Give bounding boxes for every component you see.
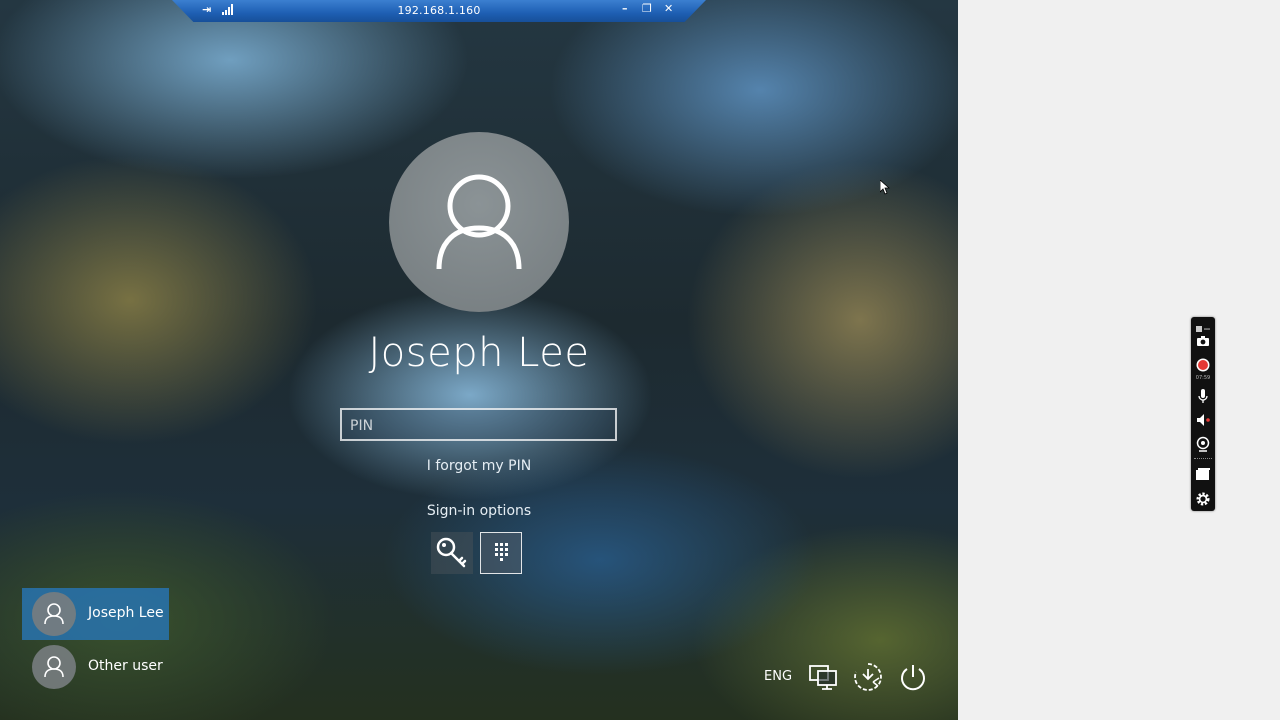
forgot-pin-link[interactable]: I forgot my PIN: [339, 458, 619, 474]
sign-in-option-pin-button[interactable]: [480, 532, 522, 574]
user-silhouette-icon: [436, 174, 522, 270]
user-tile-other-user[interactable]: Other user: [22, 641, 169, 693]
pin-input[interactable]: [348, 410, 612, 441]
user-avatar-small: [32, 592, 76, 636]
microphone-icon[interactable]: [1195, 388, 1211, 404]
network-button[interactable]: [806, 660, 840, 694]
power-icon: [901, 665, 925, 691]
power-button[interactable]: [896, 660, 930, 694]
restore-icon[interactable]: ❐: [642, 2, 652, 16]
screenshot-camera-icon[interactable]: [1195, 333, 1211, 349]
key-icon: [436, 537, 467, 568]
speaker-icon[interactable]: [1195, 412, 1211, 428]
toolbar-grip-icon[interactable]: [1195, 319, 1211, 332]
webcam-icon[interactable]: [1195, 436, 1211, 452]
minimize-icon[interactable]: –: [622, 2, 628, 16]
user-silhouette-icon: [44, 603, 64, 625]
network-icon: [809, 665, 837, 690]
remote-desktop-connection-bar: ⇥ 192.168.1.160 – ❐ ✕: [172, 0, 706, 22]
user-silhouette-icon: [44, 656, 64, 678]
toolbar-divider: [1194, 458, 1212, 460]
settings-gear-icon[interactable]: [1195, 491, 1211, 507]
record-icon[interactable]: [1195, 357, 1211, 373]
ease-of-access-icon: [854, 663, 882, 691]
user-name-title: Joseph Lee: [368, 330, 590, 376]
sign-in-options-link[interactable]: Sign-in options: [339, 503, 619, 519]
recording-timer: 07:59: [1195, 375, 1211, 381]
window-icon[interactable]: [1195, 467, 1211, 483]
ease-of-access-button[interactable]: [851, 660, 885, 694]
mouse-cursor-icon: [880, 180, 890, 195]
user-tile-name: Joseph Lee: [88, 605, 164, 621]
screen-recorder-toolbar: 07:59: [1191, 317, 1215, 511]
input-language-indicator[interactable]: ENG: [764, 669, 792, 684]
pin-field[interactable]: [340, 408, 617, 441]
sign-in-option-password-button[interactable]: [431, 532, 473, 574]
close-icon[interactable]: ✕: [664, 2, 673, 16]
user-avatar-large: [389, 132, 569, 312]
pin-keypad-icon: [495, 543, 508, 561]
user-tile-joseph-lee[interactable]: Joseph Lee: [22, 588, 169, 640]
recorder-side-area: [958, 0, 1280, 720]
user-tile-name: Other user: [88, 658, 163, 674]
remote-desktop-screen: ⇥ 192.168.1.160 – ❐ ✕ Joseph Lee I forgo…: [0, 0, 958, 720]
user-avatar-small: [32, 645, 76, 689]
